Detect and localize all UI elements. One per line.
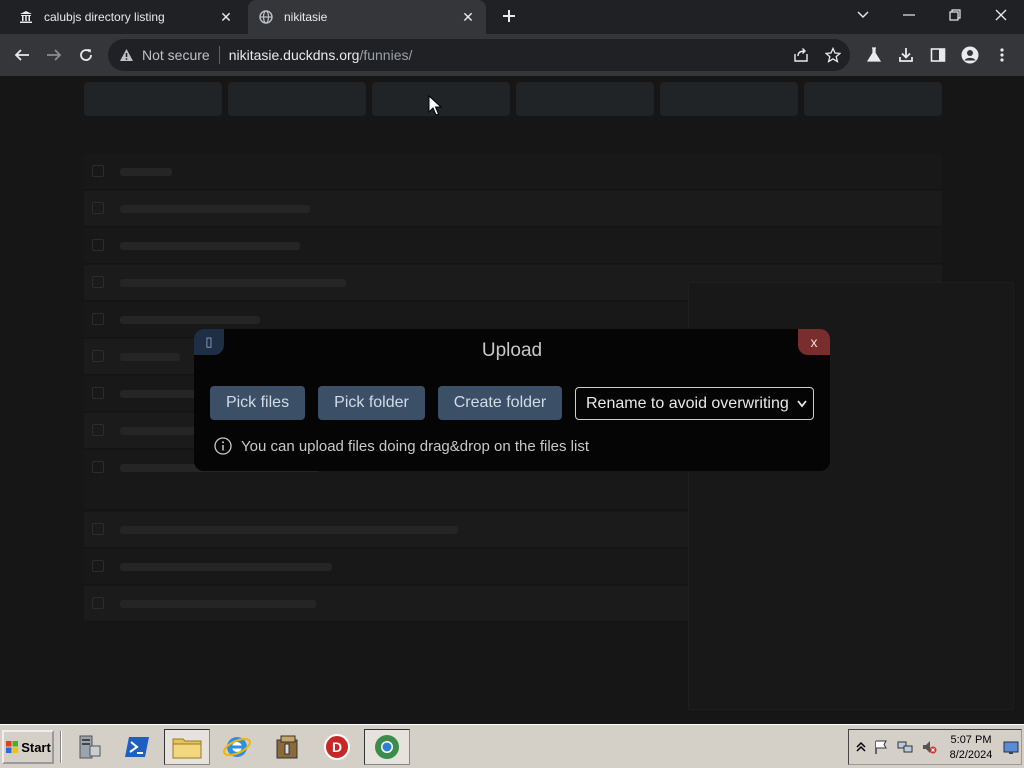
browser-tabstrip: calubjs directory listing ✕ nikitasie ✕ [0,0,1024,34]
pick-files-button[interactable]: Pick files [210,386,305,420]
start-label: Start [21,739,51,755]
file-explorer-icon[interactable] [164,729,210,765]
info-icon [214,437,232,455]
warning-icon[interactable] [118,47,134,63]
reload-button[interactable] [72,42,100,68]
info-text: You can upload files doing drag&drop on … [241,437,590,455]
globe-icon [258,9,274,25]
profile-avatar-icon[interactable] [960,45,980,65]
clock-date: 8/2/2024 [949,749,993,761]
chrome-browser-icon[interactable] [364,729,410,765]
side-panel-icon[interactable] [928,45,948,65]
chevron-down-icon [797,400,807,408]
mouse-cursor-icon [428,95,442,116]
reload-icon [80,49,92,61]
tab-search-button[interactable] [840,0,886,30]
minimize-icon [903,14,915,16]
close-icon [995,9,1007,21]
url-path: /funnies/ [359,47,413,63]
modal-title: Upload [481,340,543,361]
share-icon[interactable] [792,46,810,64]
plus-icon [503,10,515,22]
show-hidden-icons-icon[interactable] [853,739,869,755]
tab-title: calubjs directory listing [44,10,165,24]
chevron-down-icon [857,11,869,18]
clock[interactable]: 5:07 PM 8/2/2024 [945,733,997,763]
new-tab-button[interactable] [498,6,520,28]
close-tab-icon[interactable]: ✕ [218,9,234,25]
svg-text:D: D [332,739,342,755]
overwrite-mode-select[interactable]: Rename to avoid overwriting [575,387,814,420]
create-folder-button[interactable]: Create folder [438,386,562,420]
start-button[interactable]: Start [2,730,54,764]
taskbar-separator [60,731,62,763]
bank-icon [18,9,34,25]
powershell-icon[interactable] [114,729,160,765]
arrow-right-icon [47,49,62,61]
restore-button[interactable] [932,0,978,30]
action-center-flag-icon[interactable] [873,739,889,755]
browser-toolbar: Not secure nikitasie.duckdns.org/funnies… [0,34,1024,76]
security-label[interactable]: Not secure [142,47,210,63]
internet-explorer-icon[interactable] [214,729,260,765]
bookmark-star-icon[interactable] [824,46,842,64]
tab-calubjs[interactable]: calubjs directory listing ✕ [8,0,244,34]
clock-time: 5:07 PM [950,734,992,746]
archive-app-icon[interactable] [264,729,310,765]
select-value: Rename to avoid overwriting [586,394,789,412]
server-manager-icon[interactable] [66,729,112,765]
address-bar[interactable]: Not secure nikitasie.duckdns.org/funnies… [108,39,850,71]
upload-info: You can upload files doing drag&drop on … [214,437,589,455]
minimize-button[interactable] [886,0,932,30]
page-content: ▯ Upload x Pick files Pick folder Create… [0,76,1024,724]
close-tab-icon[interactable]: ✕ [460,9,476,25]
upload-modal: ▯ Upload x Pick files Pick folder Create… [194,329,830,471]
system-tray: 5:07 PM 8/2/2024 [848,729,1022,765]
pick-folder-button[interactable]: Pick folder [318,386,425,420]
back-button[interactable] [8,42,36,68]
red-d-app-icon[interactable]: D [314,729,360,765]
url-host: nikitasie.duckdns.org [228,47,360,63]
tab-nikitasie[interactable]: nikitasie ✕ [248,0,486,34]
close-window-button[interactable] [978,0,1024,30]
network-icon[interactable] [897,739,913,755]
kebab-menu-icon[interactable] [992,45,1012,65]
modal-close-button[interactable]: x [798,329,830,355]
address-separator [218,46,220,64]
restore-icon [949,9,961,21]
forward-button[interactable] [40,42,68,68]
arrow-left-icon [14,49,29,61]
show-desktop-icon[interactable] [1003,739,1019,755]
windows-flag-icon [6,741,19,753]
tab-title: nikitasie [284,10,328,24]
download-icon[interactable] [896,45,916,65]
taskbar: Start D 5:07 PM 8/2/2024 [0,724,1024,768]
volume-muted-icon[interactable] [921,739,937,755]
labs-flask-icon[interactable] [864,45,884,65]
